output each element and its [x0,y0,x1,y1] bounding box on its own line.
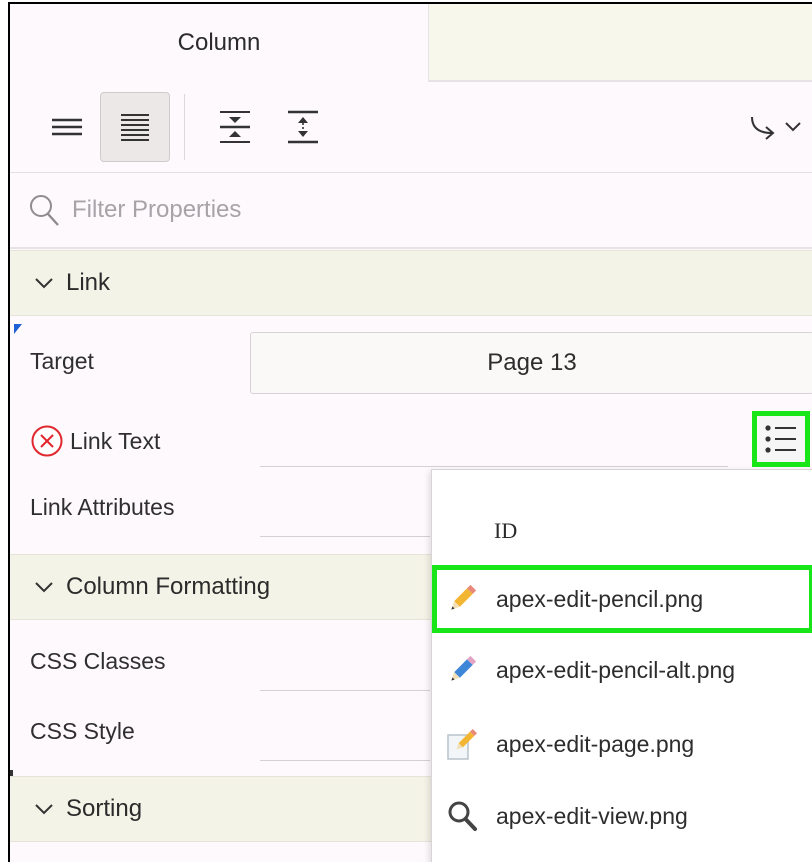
css-style-label: CSS Style [30,718,135,744]
group-link-label: Link [66,269,111,296]
list-icon [765,425,796,453]
tab-bar: Column [10,4,812,82]
collapse-all-icon [220,111,250,143]
chevron-down-icon [34,803,54,815]
toolbar [10,82,812,173]
dropdown-item-apex-edit-view[interactable]: apex-edit-view.png [432,782,812,850]
link-text-field[interactable] [260,466,728,467]
expand-all-button[interactable] [268,92,338,162]
chevron-down-icon [34,581,54,593]
dropdown-item-label: apex-edit-pencil-alt.png [496,656,736,683]
go-to-group-icon [751,116,801,140]
target-label: Target [30,348,94,374]
collapse-all-button[interactable] [200,92,270,162]
pencil-alt-icon [444,652,480,688]
search-icon [30,195,59,226]
property-editor-panel: Column Filter Properties Link Target Pag… [8,2,812,862]
dropdown-item-apex-edit-page[interactable]: apex-edit-page.png [432,710,812,778]
dropdown-item-label: apex-edit-page.png [496,730,695,757]
dropdown-header: ID [494,518,518,543]
link-attributes-field[interactable] [260,536,430,537]
dropdown-item-label: apex-edit-pencil.png [496,585,704,612]
group-column-formatting-label: Column Formatting [66,573,271,600]
show-all-button[interactable] [100,92,170,162]
go-to-group-button[interactable] [740,92,812,162]
tab-column[interactable]: Column [10,4,428,82]
filter-properties [10,173,812,249]
link-text-list-button[interactable] [752,411,810,467]
dropdown-item-label: apex-edit-view.png [496,802,688,829]
show-common-icon [52,118,82,136]
page-icon [444,726,480,762]
changed-indicator-icon [14,324,22,334]
magnifier-icon [444,798,480,834]
css-style-field[interactable] [260,760,430,761]
target-button[interactable]: Page 13 [250,332,812,394]
chevron-down-icon [34,277,54,289]
error-icon [31,425,63,457]
css-classes-field[interactable] [260,690,430,691]
toolbar-separator [184,94,185,160]
pencil-icon [444,581,480,617]
group-sorting-label: Sorting [66,795,143,822]
filter-properties-input[interactable] [70,195,774,225]
show-all-icon [121,114,149,141]
link-text-label: Link Text [30,424,160,458]
dropdown-item-apex-edit-pencil[interactable]: apex-edit-pencil.png [432,565,812,633]
css-classes-label: CSS Classes [30,648,166,674]
dropdown-item-apex-edit-pencil-alt[interactable]: apex-edit-pencil-alt.png [432,636,812,704]
show-common-button[interactable] [32,92,102,162]
link-attributes-label: Link Attributes [30,494,175,520]
link-text-label-text: Link Text [70,427,161,454]
tab-inactive[interactable] [428,4,812,82]
group-link[interactable]: Link [10,250,812,316]
link-text-dropdown: ID apex-edit-pencil.png apex-edit-pencil… [431,469,812,862]
expand-all-icon [288,110,318,144]
